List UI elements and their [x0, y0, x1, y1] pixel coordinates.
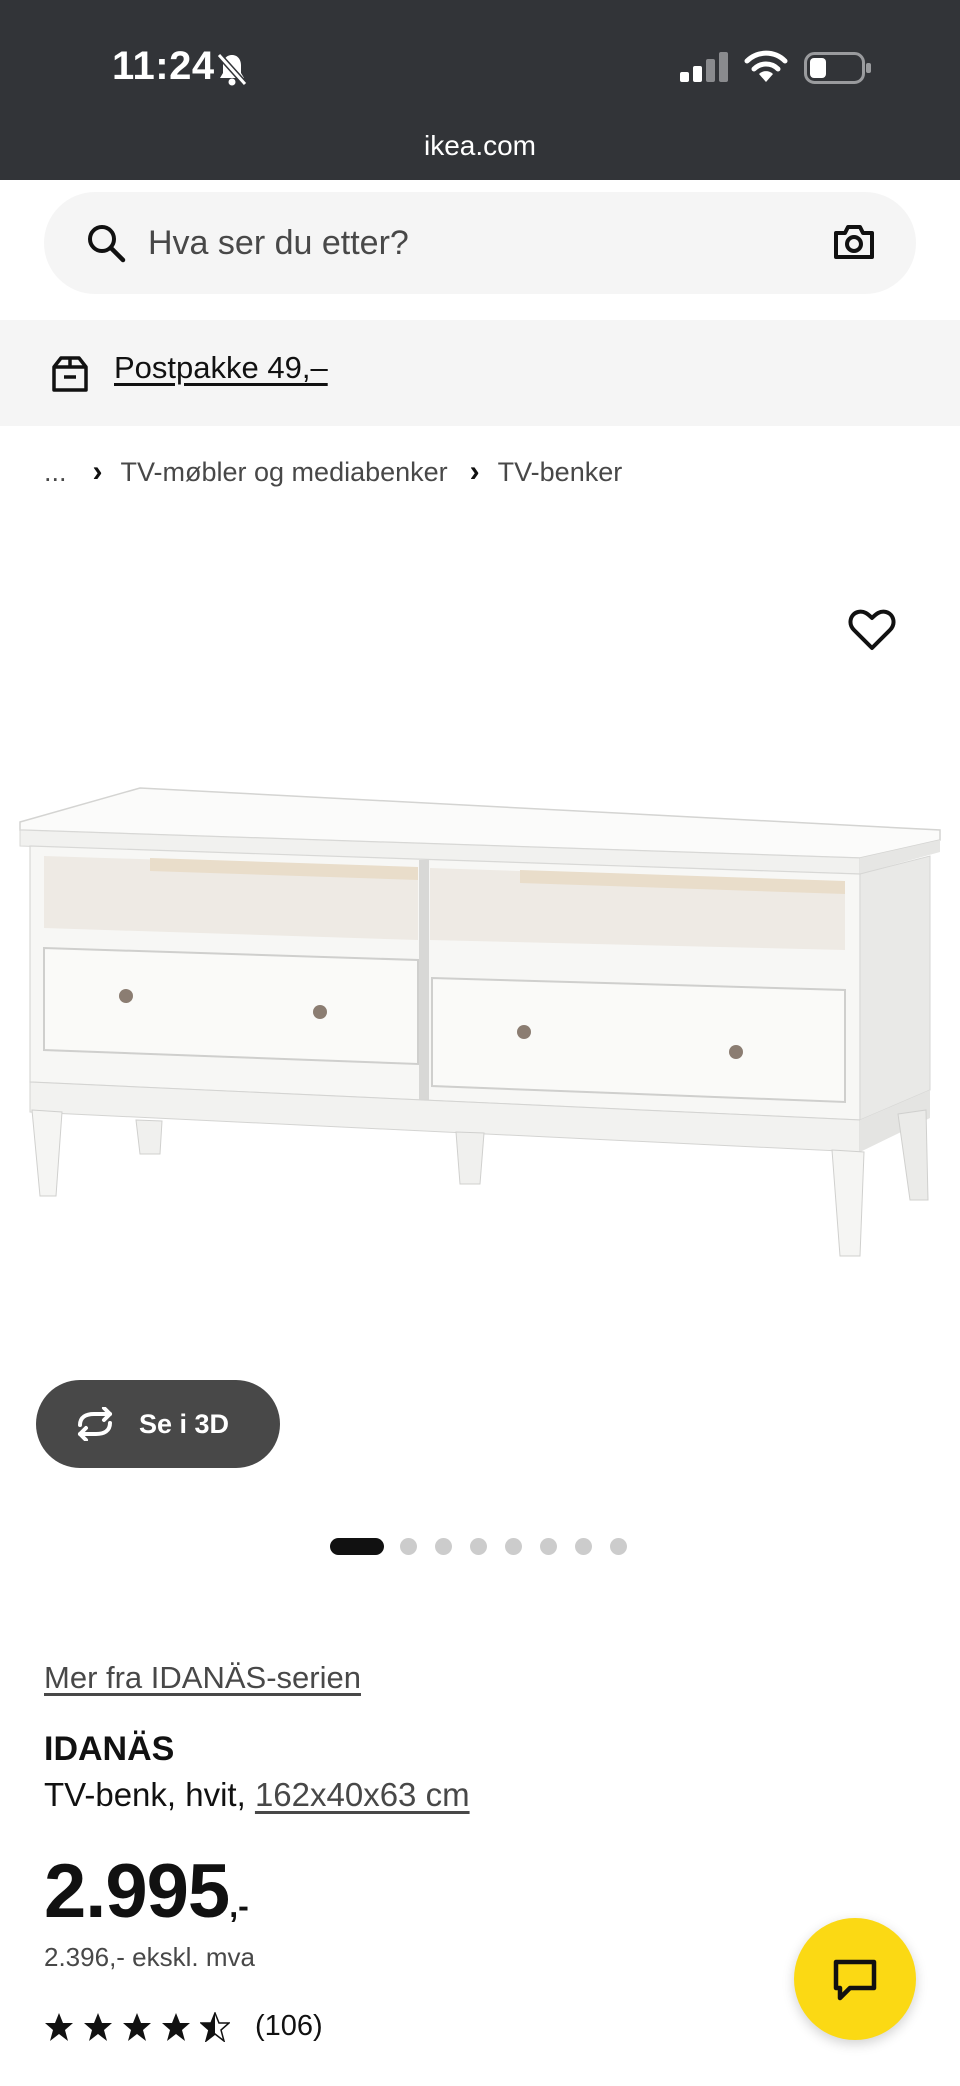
- breadcrumb-item-more[interactable]: ...: [44, 457, 67, 488]
- bell-slash-icon: [216, 52, 248, 87]
- carousel-dot[interactable]: [610, 1537, 627, 1555]
- search-bar[interactable]: [44, 192, 916, 294]
- chevron-right-icon: ›: [469, 455, 480, 488]
- browser-url[interactable]: ikea.com: [0, 130, 960, 162]
- star-full-icon: [162, 2012, 190, 2041]
- carousel-dot[interactable]: [435, 1537, 452, 1555]
- camera-icon[interactable]: [832, 222, 876, 262]
- breadcrumb-item-tv-benches[interactable]: TV-benker: [498, 457, 623, 488]
- chat-button[interactable]: [794, 1918, 916, 2040]
- price-integer: 2.995: [44, 1849, 230, 1934]
- product-type-text: TV-benk, hvit,: [44, 1776, 255, 1813]
- product-description: TV-benk, hvit, 162x40x63 cm: [44, 1776, 470, 1814]
- carousel-dot[interactable]: [470, 1537, 487, 1555]
- product-price: 2.995,-: [44, 1848, 249, 1935]
- product-rating[interactable]: (106): [44, 2010, 323, 2043]
- status-time: 11:24: [112, 44, 215, 88]
- search-icon: [88, 225, 126, 263]
- product-name: IDANÄS: [44, 1730, 175, 1768]
- chevron-right-icon: ›: [92, 455, 103, 488]
- view-3d-button[interactable]: Se i 3D: [36, 1380, 280, 1468]
- cellular-signal-icon: [680, 52, 728, 82]
- product-dimensions-link[interactable]: 162x40x63 cm: [255, 1776, 470, 1813]
- star-half-icon: [200, 2011, 230, 2042]
- star-full-icon: [84, 2012, 112, 2041]
- star-full-icon: [123, 2012, 151, 2041]
- status-bar: 11:24 ikea.com: [0, 0, 960, 180]
- breadcrumb: ... › TV-møbler og mediabenker › TV-benk…: [44, 452, 622, 492]
- review-count: (106): [255, 2010, 323, 2042]
- carousel-dot-active[interactable]: [330, 1537, 384, 1555]
- carousel-dot[interactable]: [400, 1537, 417, 1555]
- carousel-dot[interactable]: [505, 1537, 522, 1555]
- delivery-banner: Postpakke 49,–: [0, 320, 960, 426]
- price-excl-vat: 2.396,- ekskl. mva: [44, 1942, 255, 1972]
- delivery-link[interactable]: Postpakke 49,–: [114, 350, 328, 386]
- delivery-box-icon: [52, 356, 88, 392]
- carousel-dot[interactable]: [540, 1537, 557, 1555]
- rotate-3d-icon: [78, 1407, 112, 1441]
- search-input[interactable]: [148, 192, 748, 294]
- star-full-icon: [45, 2012, 73, 2041]
- price-suffix: ,-: [229, 1888, 249, 1924]
- carousel-dot[interactable]: [575, 1537, 592, 1555]
- carousel-indicator: [330, 1536, 645, 1556]
- heart-icon[interactable]: [846, 604, 898, 656]
- battery-icon: [804, 52, 871, 84]
- product-image[interactable]: [0, 520, 960, 1360]
- view-3d-label: Se i 3D: [139, 1409, 230, 1439]
- wifi-icon: [744, 50, 788, 82]
- series-link[interactable]: Mer fra IDANÄS-serien: [44, 1660, 361, 1696]
- breadcrumb-item-tv-furniture[interactable]: TV-møbler og mediabenker: [121, 457, 448, 488]
- chat-icon: [833, 1959, 877, 2001]
